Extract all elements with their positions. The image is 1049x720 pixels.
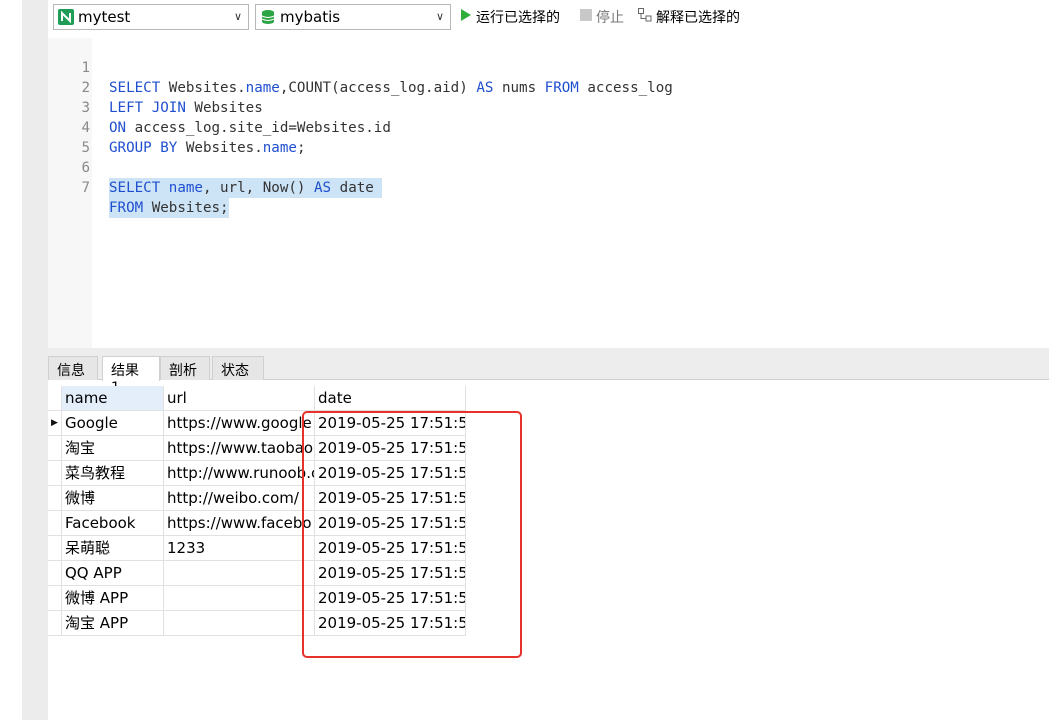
connection-select[interactable]: mytest ∨: [53, 4, 249, 30]
play-icon: [460, 8, 472, 26]
left-margin: [0, 0, 48, 720]
chevron-down-icon: ∨: [435, 10, 444, 23]
column-header-name[interactable]: name: [62, 386, 164, 411]
connection-value: mytest: [78, 8, 131, 26]
side-panel: [22, 0, 48, 720]
row-indicator: [48, 436, 62, 461]
cell-url[interactable]: https://www.google: [164, 411, 315, 436]
cell-url[interactable]: 1233: [164, 536, 315, 561]
cell-url[interactable]: https://www.taobao.: [164, 436, 315, 461]
code-line: 5: [48, 118, 90, 156]
tab-info[interactable]: 信息: [48, 356, 98, 380]
chevron-down-icon: ∨: [233, 10, 242, 23]
row-indicator: [48, 461, 62, 486]
database-value: mybatis: [280, 8, 341, 26]
column-header-url[interactable]: url: [164, 386, 315, 411]
cell-url[interactable]: http://www.runoob.c: [164, 461, 315, 486]
cell-name[interactable]: QQ APP: [62, 561, 164, 586]
run-selected-button[interactable]: 运行已选择的: [460, 6, 560, 28]
row-indicator: [48, 486, 62, 511]
highlight-annotation-box: [302, 411, 522, 658]
line-number: 7: [81, 180, 90, 196]
cell-url[interactable]: http://weibo.com/: [164, 486, 315, 511]
code-line: 6 SELECT name, url, Now() AS date: [48, 138, 383, 198]
row-indicator: [48, 561, 62, 586]
row-indicator: [48, 536, 62, 561]
result-tabs: 信息 结果 1 剖析 状态: [48, 354, 1049, 396]
cell-name[interactable]: 微博 APP: [62, 586, 164, 611]
row-indicator: [48, 586, 62, 611]
cell-name[interactable]: 淘宝 APP: [62, 611, 164, 636]
database-icon: [260, 9, 276, 25]
cell-name[interactable]: 菜鸟教程: [62, 461, 164, 486]
stop-label: 停止: [596, 10, 624, 26]
cell-url[interactable]: [164, 611, 315, 636]
code-text: GROUP BY Websites.name;: [109, 140, 306, 156]
selected-code-text: FROM Websites;: [109, 198, 229, 218]
explain-selected-button[interactable]: 解释已选择的: [638, 6, 740, 28]
stop-button[interactable]: 停止: [580, 6, 624, 28]
code-text: LEFT JOIN Websites: [109, 100, 263, 116]
cell-name[interactable]: Facebook: [62, 511, 164, 536]
cell-url[interactable]: [164, 586, 315, 611]
current-row-icon: ▶: [48, 411, 62, 436]
code-text: ON access_log.site_id=Websites.id: [109, 120, 391, 136]
column-header-date[interactable]: date: [315, 386, 466, 411]
explain-icon: [638, 8, 652, 26]
code-text: SELECT Websites.name,COUNT(access_log.ai…: [109, 80, 673, 96]
code-line: 2 LEFT JOIN Websites: [48, 58, 262, 116]
cell-name[interactable]: 淘宝: [62, 436, 164, 461]
run-selected-label: 运行已选择的: [476, 10, 560, 26]
tab-result-1[interactable]: 结果 1: [102, 356, 160, 396]
cell-name[interactable]: Google: [62, 411, 164, 436]
database-select[interactable]: mybatis ∨: [255, 4, 451, 30]
cell-name[interactable]: 呆萌聪: [62, 536, 164, 561]
query-toolbar: mytest ∨ mybatis ∨ 运行已选择的 停止 解释已选择的: [48, 0, 1049, 36]
cell-url[interactable]: https://www.facebo: [164, 511, 315, 536]
connection-icon: [58, 9, 74, 25]
code-line: 1 SELECT Websites.name,COUNT(access_log.…: [48, 38, 672, 96]
tab-status[interactable]: 状态: [212, 356, 264, 380]
header-corner: [48, 386, 62, 411]
row-indicator: [48, 511, 62, 536]
explain-selected-label: 解释已选择的: [656, 10, 740, 26]
code-line: 4 GROUP BY Websites.name;: [48, 98, 305, 156]
code-line: 3 ON access_log.site_id=Websites.id: [48, 78, 390, 136]
cell-url[interactable]: [164, 561, 315, 586]
selected-code-text: SELECT name, url, Now() AS date: [109, 178, 383, 198]
code-line: 7 FROM Websites;: [48, 158, 229, 218]
stop-icon: [580, 9, 592, 25]
tab-profile[interactable]: 剖析: [160, 356, 210, 380]
row-indicator: [48, 611, 62, 636]
cell-name[interactable]: 微博: [62, 486, 164, 511]
sql-editor[interactable]: 1 SELECT Websites.name,COUNT(access_log.…: [48, 38, 1049, 348]
